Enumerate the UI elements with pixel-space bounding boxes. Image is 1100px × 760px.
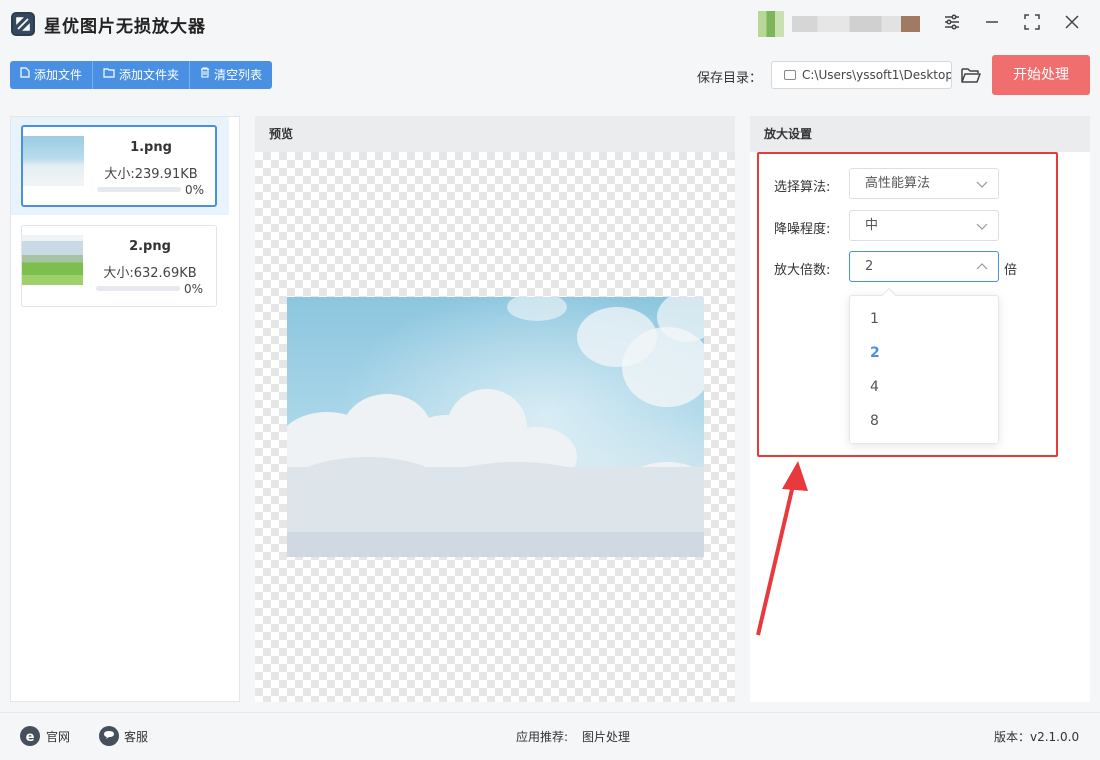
preview-image (287, 297, 704, 557)
clear-list-label: 清空列表 (214, 68, 263, 82)
clear-list-button[interactable]: 清空列表 (190, 61, 273, 89)
svg-text:e: e (26, 730, 35, 745)
file-name: 1.png (130, 140, 172, 155)
save-directory-label: 保存目录： (697, 71, 763, 86)
file-size: 大小:239.91KB (104, 167, 198, 182)
maximize-icon[interactable] (1020, 12, 1044, 36)
footer-bar: e 官网 客服 应用推荐: 图片处理 版本：v2.1.0.0 (0, 712, 1100, 760)
save-directory-input[interactable]: C:\Users\yssoft1\Desktop (771, 61, 952, 89)
file-progress-text: 0% (185, 183, 205, 197)
recommend-label: 应用推荐: (516, 730, 569, 744)
website-icon[interactable]: e (20, 726, 40, 746)
folder-icon (103, 61, 115, 89)
add-folder-button[interactable]: 添加文件夹 (93, 61, 191, 89)
file-list-panel: 1.png 大小:239.91KB 0% 2.png 大小:632.69KB 0… (10, 116, 240, 702)
version-text: 版本：v2.1.0.0 (994, 730, 1080, 744)
user-avatar[interactable] (758, 11, 784, 37)
file-progress-text: 0% (184, 282, 204, 296)
trash-icon (200, 61, 210, 89)
app-logo-icon (11, 12, 35, 36)
start-processing-button[interactable]: 开始处理 (992, 55, 1090, 95)
file-icon (20, 61, 30, 89)
add-file-label: 添加文件 (34, 68, 83, 82)
file-thumbnail (23, 136, 84, 186)
file-progress-bar (97, 187, 181, 192)
recommend-link[interactable]: 图片处理 (582, 728, 630, 745)
user-name-blurred (792, 16, 920, 32)
save-directory-path: C:\Users\yssoft1\Desktop (802, 68, 952, 82)
settings-header: 放大设置 (750, 116, 1090, 152)
title-bar: 星优图片无损放大器 (0, 0, 1100, 48)
add-file-button[interactable]: 添加文件 (10, 61, 94, 89)
minimize-icon[interactable] (980, 12, 1004, 36)
annotation-arrow (756, 461, 808, 636)
settings-sliders-icon[interactable] (940, 12, 964, 36)
file-button-group: 添加文件 添加文件夹 清空列表 (10, 61, 273, 89)
add-folder-label: 添加文件夹 (119, 68, 180, 82)
file-progress-bar (96, 286, 180, 291)
website-link[interactable]: 官网 (46, 728, 70, 745)
file-item[interactable]: 1.png 大小:239.91KB 0% (21, 125, 217, 207)
file-size: 大小:632.69KB (103, 266, 197, 281)
folder-icon (784, 70, 796, 80)
file-thumbnail (22, 235, 83, 285)
close-icon[interactable] (1060, 12, 1084, 36)
highlight-frame (757, 152, 1058, 457)
file-name: 2.png (129, 239, 171, 254)
file-item[interactable]: 2.png 大小:632.69KB 0% (21, 225, 217, 307)
support-link[interactable]: 客服 (124, 728, 148, 745)
chat-bubble-icon[interactable] (99, 726, 119, 746)
app-title: 星优图片无损放大器 (44, 17, 206, 37)
preview-header: 预览 (255, 116, 735, 152)
open-folder-icon[interactable] (960, 64, 982, 86)
